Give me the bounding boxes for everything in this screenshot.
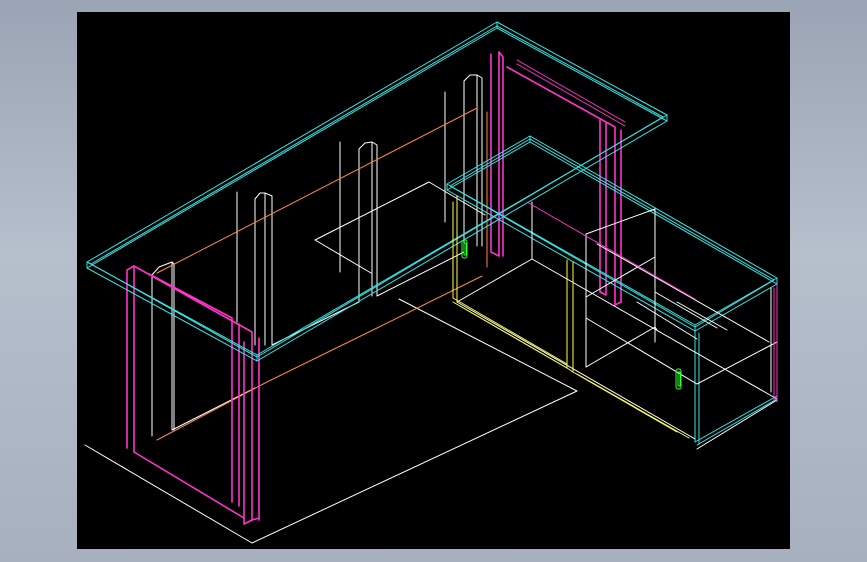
left-leg-panel bbox=[126, 265, 260, 525]
return-desktop bbox=[446, 135, 778, 446]
cabinet-handle-icon bbox=[461, 239, 682, 390]
cad-viewport[interactable] bbox=[77, 12, 790, 549]
cabinet-edges bbox=[516, 59, 778, 403]
cabinet-body bbox=[456, 195, 778, 440]
desk-wireframe-drawing bbox=[84, 21, 778, 544]
cabinet-drawers bbox=[452, 197, 690, 439]
desk-rails bbox=[156, 107, 488, 441]
right-leg-panel bbox=[490, 51, 622, 306]
